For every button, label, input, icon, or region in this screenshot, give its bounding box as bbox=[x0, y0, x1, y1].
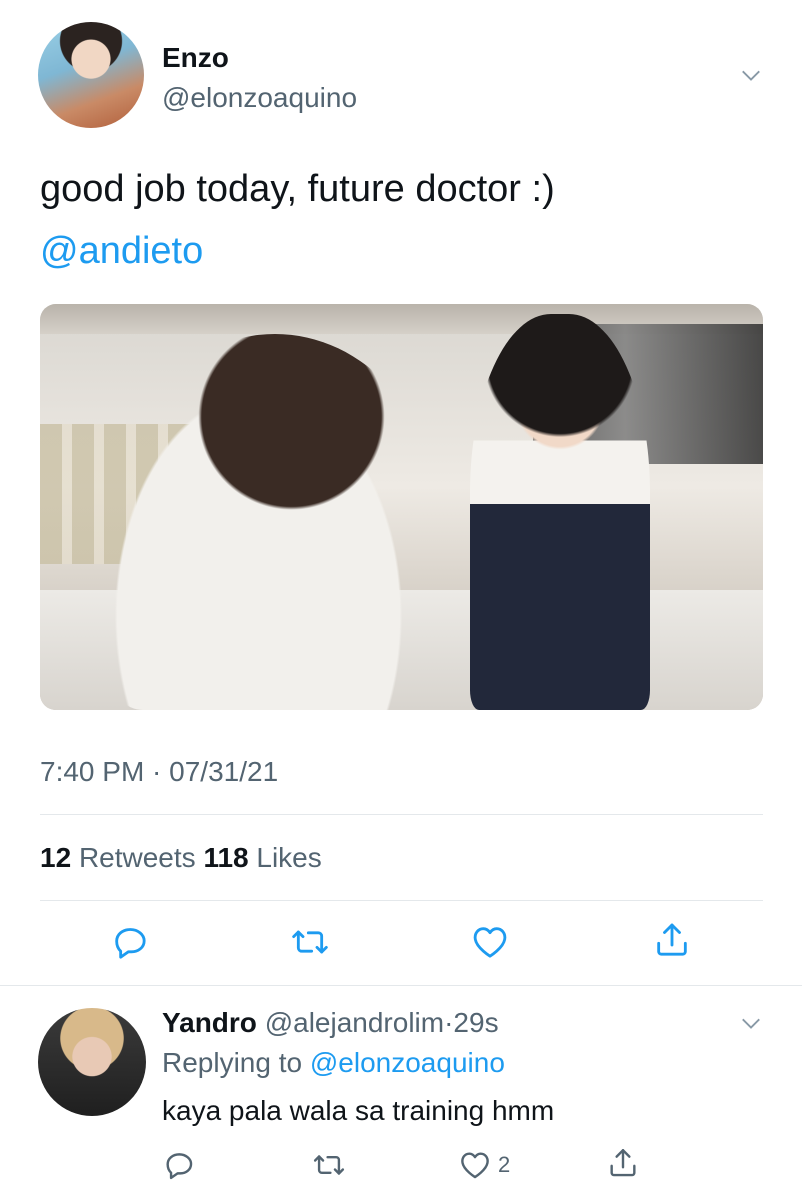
divider bbox=[40, 900, 763, 901]
reply-share-button[interactable] bbox=[606, 1146, 640, 1180]
chevron-down-icon[interactable] bbox=[740, 1012, 762, 1034]
reply-author-handle[interactable]: @alejandrolim bbox=[265, 1007, 444, 1038]
reply-retweet-button[interactable] bbox=[312, 1148, 346, 1182]
likes-label: Likes bbox=[256, 842, 322, 873]
replying-to-link[interactable]: @elonzoaquino bbox=[310, 1047, 505, 1078]
photo-person-foreground bbox=[110, 334, 440, 710]
retweet-icon bbox=[292, 930, 328, 954]
photo-person-barista bbox=[470, 314, 650, 710]
retweets-label: Retweets bbox=[78, 842, 196, 873]
likes-stat[interactable]: 118 Likes bbox=[203, 842, 321, 873]
tweet-text: good job today, future doctor :) bbox=[40, 168, 555, 210]
replying-to: Replying to @elonzoaquino bbox=[162, 1047, 505, 1079]
reply-button[interactable] bbox=[110, 922, 150, 962]
like-icon bbox=[461, 1152, 489, 1179]
retweets-stat[interactable]: 12 Retweets bbox=[40, 842, 196, 873]
like-icon bbox=[473, 927, 507, 958]
tweet-stats: 12 Retweets 118 Likes bbox=[40, 842, 322, 874]
share-button[interactable] bbox=[652, 920, 692, 960]
reply-icon bbox=[166, 1153, 193, 1180]
replying-prefix: Replying to bbox=[162, 1047, 303, 1078]
divider bbox=[0, 985, 802, 986]
retweets-count: 12 bbox=[40, 842, 72, 873]
reply-icon bbox=[115, 928, 146, 959]
reply-likes-count: 2 bbox=[498, 1152, 511, 1177]
tweet-mention-link[interactable]: @andieto bbox=[40, 228, 203, 274]
reply-text: kaya pala wala sa training hmm bbox=[162, 1095, 555, 1126]
author-handle[interactable]: @elonzoaquino bbox=[162, 82, 357, 114]
reply-author-avatar[interactable] bbox=[38, 1008, 146, 1116]
divider bbox=[40, 814, 763, 815]
share-icon bbox=[657, 923, 687, 956]
author-name[interactable]: Enzo bbox=[162, 42, 229, 74]
tweet-timestamp[interactable]: 7:40 PM · 07/31/21 bbox=[40, 756, 278, 788]
tweet-photo[interactable] bbox=[40, 304, 763, 710]
reply-like-button[interactable]: 2 bbox=[458, 1148, 510, 1182]
share-icon bbox=[610, 1149, 636, 1177]
retweet-button[interactable] bbox=[290, 922, 330, 962]
reply-header: Yandro @alejandrolim·29s bbox=[162, 1007, 499, 1039]
reply-author-name[interactable]: Yandro bbox=[162, 1007, 257, 1038]
likes-count: 118 bbox=[203, 842, 249, 873]
retweet-icon bbox=[313, 1155, 345, 1175]
chevron-down-icon[interactable] bbox=[740, 64, 762, 86]
author-avatar[interactable] bbox=[38, 22, 144, 128]
reply-reply-button[interactable] bbox=[162, 1148, 196, 1182]
like-button[interactable] bbox=[470, 922, 510, 962]
reply-time[interactable]: 29s bbox=[453, 1007, 498, 1038]
